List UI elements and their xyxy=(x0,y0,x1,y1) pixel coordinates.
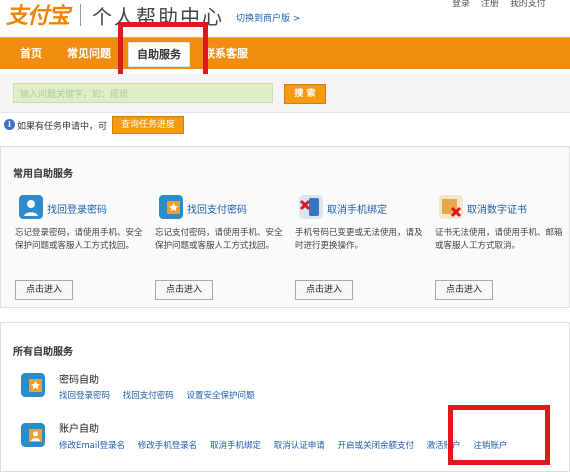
password-icon xyxy=(21,373,45,397)
login-link[interactable]: 登录 xyxy=(452,0,470,9)
all-services-title: 所有自助服务 xyxy=(13,347,73,358)
my-alipay-link[interactable]: 我的支付 xyxy=(510,0,546,9)
nav-faq[interactable]: 常见问题 xyxy=(67,38,111,69)
search-button[interactable]: 搜 索 xyxy=(284,84,326,104)
service-desc: 手机号码已变更或无法使用，请及时进行更换操作。 xyxy=(295,228,423,251)
nav-home[interactable]: 首页 xyxy=(20,38,42,69)
link-find-login-password[interactable]: 找回登录密码 xyxy=(59,391,110,401)
link-modify-email[interactable]: 修改Email登录名 xyxy=(59,441,125,451)
key-user-icon xyxy=(19,195,43,219)
search-bar: 输入问题关键字，如：提现 搜 索 xyxy=(0,74,570,113)
service-desc: 证书无法使用，请使用手机、邮箱或客服人工方式取消。 xyxy=(435,228,563,251)
link-set-security-question[interactable]: 设置安全保护问题 xyxy=(186,391,254,401)
alipay-logo[interactable]: 支付宝 xyxy=(6,0,70,30)
common-services-title: 常用自助服务 xyxy=(13,169,73,180)
info-icon: i xyxy=(4,119,15,130)
link-toggle-balance-pay[interactable]: 开启或关闭余额支付 xyxy=(337,441,414,451)
enter-button[interactable]: 点击进入 xyxy=(155,280,213,300)
service-desc: 忘记支付密码，请使用手机、安全保护问题或客服人工方式找回。 xyxy=(155,228,283,251)
search-input[interactable]: 输入问题关键字，如：提现 xyxy=(13,83,273,103)
task-info-text: 如果有任务申请中，可 xyxy=(17,122,108,132)
logo-divider xyxy=(80,4,81,26)
switch-to-merchant-link[interactable]: 切换到商户版 > xyxy=(236,11,300,24)
service-title[interactable]: 找回支付密码 xyxy=(187,201,247,216)
service-title[interactable]: 找回登录密码 xyxy=(47,201,107,216)
link-find-pay-password[interactable]: 找回支付密码 xyxy=(123,391,174,401)
common-services-panel: 常用自助服务 找回登录密码 忘记登录密码，请使用手机、安全保护问题或客服人工方式… xyxy=(0,146,570,308)
group-links-password: 找回登录密码 找回支付密码 设置安全保护问题 xyxy=(59,389,264,401)
enter-button[interactable]: 点击进入 xyxy=(15,280,73,300)
service-title[interactable]: 取消数字证书 xyxy=(467,201,527,216)
highlight-box-close-account xyxy=(448,405,550,465)
link-cancel-verification[interactable]: 取消认证申请 xyxy=(274,441,325,451)
link-cancel-phone-binding[interactable]: 取消手机绑定 xyxy=(210,441,261,451)
link-modify-mobile[interactable]: 修改手机登录名 xyxy=(138,441,198,451)
header: 支付宝 个人帮助中心 切换到商户版 > 登录 注册 我的支付 xyxy=(0,0,570,36)
enter-button[interactable]: 点击进入 xyxy=(295,280,353,300)
main-nav: 首页 常见问题 自助服务 联系客服 xyxy=(0,37,570,69)
register-link[interactable]: 注册 xyxy=(481,0,499,9)
certificate-cancel-icon xyxy=(439,195,463,219)
nav-contact[interactable]: 联系客服 xyxy=(204,38,248,69)
top-links: 登录 注册 我的支付 xyxy=(452,0,554,9)
query-progress-button[interactable]: 查询任务进度 xyxy=(112,116,184,134)
task-info-row: i 如果有任务申请中，可 查询任务进度 xyxy=(0,116,570,134)
group-title-account: 账户自助 xyxy=(59,424,99,435)
phone-cancel-icon xyxy=(299,195,323,219)
star-user-icon xyxy=(159,195,183,219)
account-icon xyxy=(21,423,45,447)
service-title[interactable]: 取消手机绑定 xyxy=(327,201,387,216)
service-desc: 忘记登录密码，请使用手机、安全保护问题或客服人工方式找回。 xyxy=(15,228,143,251)
group-title-password: 密码自助 xyxy=(59,375,99,386)
enter-button[interactable]: 点击进入 xyxy=(435,280,493,300)
